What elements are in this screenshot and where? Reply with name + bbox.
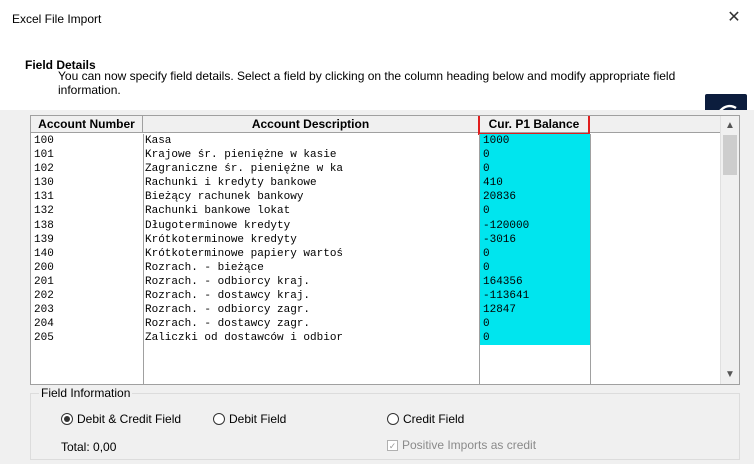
account-description-cell: Rozrach. - dostawcy kraj.: [145, 290, 311, 303]
account-number-cell: 203: [34, 304, 54, 317]
balance-cell: 410: [480, 176, 590, 191]
balance-cell: -120000: [480, 218, 590, 233]
column-header-account-number[interactable]: Account Number: [31, 116, 143, 133]
account-description-cell: Krajowe śr. pieniężne w kasie: [145, 149, 337, 162]
field-information-title: Field Information: [39, 386, 133, 400]
balance-cell: 164356: [480, 274, 590, 290]
account-number-cell: 139: [34, 233, 54, 246]
account-description-cell: Rachunki i kredyty bankowe: [145, 177, 317, 190]
account-number-cell: 202: [34, 290, 54, 303]
account-number-cell: 201: [34, 275, 54, 288]
account-description-cell: Zaliczki od dostawców i odbior: [145, 332, 344, 345]
balance-cell: 0: [480, 246, 590, 261]
balance-cell: 0: [480, 204, 590, 219]
dialog-body: Account Number Account Description Cur. …: [0, 110, 754, 464]
table-row[interactable]: 140 Krótkoterminowe papiery wartoś 0: [31, 246, 720, 261]
radio-label: Debit & Credit Field: [77, 412, 182, 426]
account-description-cell: Rozrach. - dostawcy zagr.: [145, 318, 311, 331]
table-row[interactable]: 204 Rozrach. - dostawcy zagr. 0: [31, 317, 720, 332]
scroll-thumb[interactable]: [723, 135, 737, 175]
account-number-cell: 132: [34, 205, 54, 218]
account-description-cell: Długoterminowe kredyty: [145, 219, 291, 232]
radio-label: Debit Field: [229, 412, 287, 426]
checkbox-label: Positive Imports as credit: [402, 438, 537, 452]
account-number-cell: 204: [34, 318, 54, 331]
account-description-cell: Kasa: [145, 135, 172, 147]
table-row[interactable]: 132 Rachunki bankowe lokat 0: [31, 204, 720, 219]
table-row[interactable]: 200 Rozrach. - bieżące 0: [31, 260, 720, 275]
radio-unselected-icon: [387, 413, 399, 425]
balance-cell: 12847: [480, 303, 590, 318]
account-description-cell: Krótkoterminowe papiery wartoś: [145, 247, 344, 260]
table-row[interactable]: 138 Długoterminowe kredyty -120000: [31, 218, 720, 233]
balance-cell: -3016: [480, 232, 590, 247]
account-description-cell: Rozrach. - bieżące: [145, 261, 264, 274]
account-number-cell: 138: [34, 219, 54, 232]
selected-column-highlight: [478, 116, 590, 135]
table-row[interactable]: 203 Rozrach. - odbiorcy zagr. 12847: [31, 303, 720, 318]
table-row[interactable]: 139 Krótkoterminowe kredyty -3016: [31, 232, 720, 247]
radio-selected-icon: [61, 413, 73, 425]
vertical-scrollbar[interactable]: ▲ ▼: [720, 116, 739, 384]
account-description-cell: Rozrach. - odbiorcy kraj.: [145, 275, 311, 288]
section-description: You can now specify field details. Selec…: [58, 69, 676, 97]
table-body: 100 Kasa 1000 101 Krajowe śr. pieniężne w ka…: [31, 134, 720, 346]
field-information-group: Field Information Debit & Credit Field D…: [30, 386, 740, 460]
account-number-cell: 100: [34, 135, 54, 147]
data-grid: Account Number Account Description Cur. …: [30, 115, 740, 385]
account-number-cell: 102: [34, 163, 54, 176]
table-row[interactable]: 202 Rozrach. - dostawcy kraj. -113641: [31, 289, 720, 304]
balance-cell: 0: [480, 317, 590, 332]
table-row[interactable]: 130 Rachunki i kredyty bankowe 410: [31, 176, 720, 191]
total-value: Total: 0,00: [61, 440, 117, 454]
radio-unselected-icon: [213, 413, 225, 425]
account-number-cell: 130: [34, 177, 54, 190]
radio-label: Credit Field: [403, 412, 465, 426]
account-number-cell: 131: [34, 191, 54, 204]
table-row[interactable]: 205 Zaliczki od dostawców i odbior 0: [31, 331, 720, 346]
column-header-empty: [590, 116, 720, 133]
window-title: Excel File Import: [12, 12, 102, 26]
title-bar: Excel File Import ✕: [0, 0, 754, 40]
positive-imports-checkbox[interactable]: ✓ Positive Imports as credit: [387, 438, 536, 452]
balance-cell: 0: [480, 260, 590, 275]
balance-cell: 0: [480, 148, 590, 163]
balance-cell: 1000: [480, 134, 590, 149]
account-number-cell: 101: [34, 149, 54, 162]
account-description-cell: Bieżący rachunek bankowy: [145, 191, 304, 204]
balance-cell: -113641: [480, 289, 590, 304]
table-row[interactable]: 201 Rozrach. - odbiorcy kraj. 164356: [31, 274, 720, 290]
close-icon[interactable]: ✕: [722, 6, 746, 30]
account-description-cell: Krótkoterminowe kredyty: [145, 233, 297, 246]
account-number-cell: 140: [34, 247, 54, 260]
column-header-account-description[interactable]: Account Description: [143, 116, 479, 133]
scroll-up-icon[interactable]: ▲: [721, 117, 739, 134]
radio-debit-field[interactable]: Debit Field: [213, 412, 286, 426]
table-row[interactable]: 100 Kasa 1000: [31, 134, 720, 149]
account-description-cell: Zagraniczne śr. pieniężne w ka: [145, 163, 344, 176]
radio-credit-field[interactable]: Credit Field: [387, 412, 464, 426]
account-description-cell: Rozrach. - odbiorcy zagr.: [145, 304, 311, 317]
checkbox-checked-icon: ✓: [387, 439, 398, 451]
table-row[interactable]: 131 Bieżący rachunek bankowy 20836: [31, 190, 720, 205]
balance-cell: 20836: [480, 190, 590, 205]
account-number-cell: 200: [34, 261, 54, 274]
account-description-cell: Rachunki bankowe lokat: [145, 205, 291, 218]
account-number-cell: 205: [34, 332, 54, 345]
field-details-header: Field Details You can now specify field …: [0, 40, 754, 136]
table-row[interactable]: 102 Zagraniczne śr. pieniężne w ka 0: [31, 162, 720, 177]
radio-debit-credit-field[interactable]: Debit & Credit Field: [61, 412, 181, 426]
table-row[interactable]: 101 Krajowe śr. pieniężne w kasie 0: [31, 148, 720, 163]
scroll-down-icon[interactable]: ▼: [721, 366, 739, 383]
balance-cell: 0: [480, 162, 590, 177]
balance-cell: 0: [480, 331, 590, 346]
